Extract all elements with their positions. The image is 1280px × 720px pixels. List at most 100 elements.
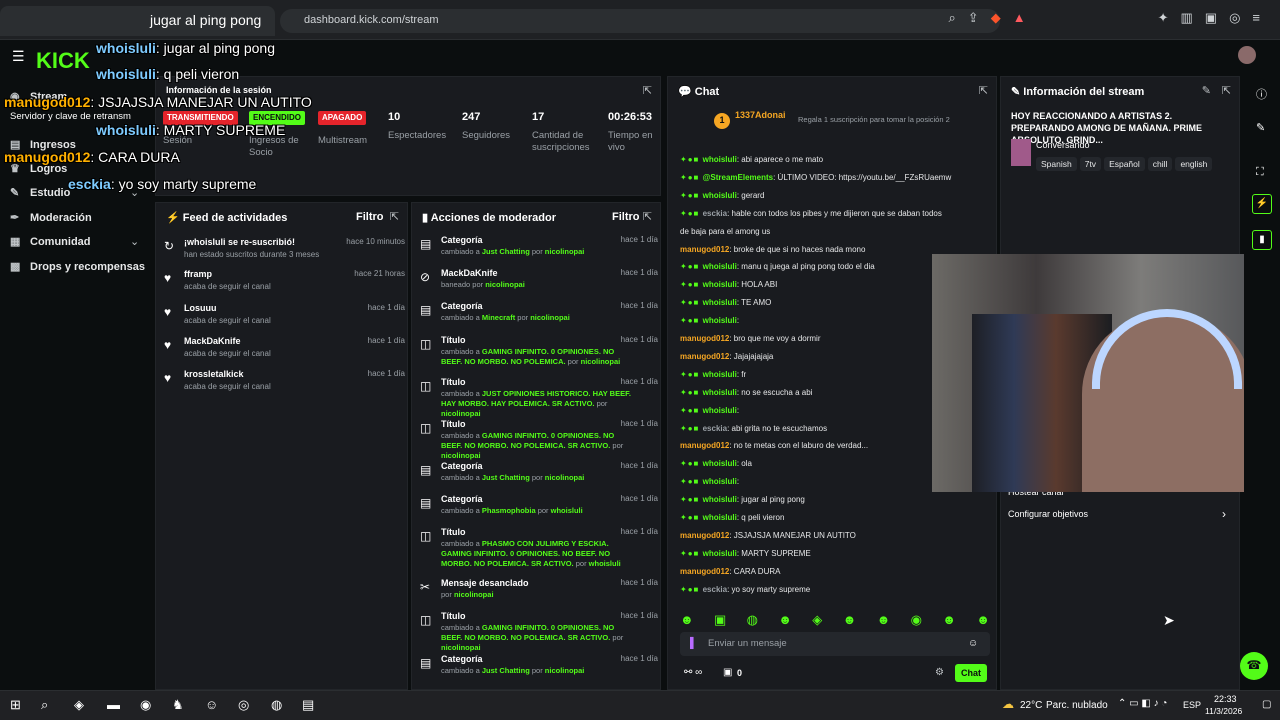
mod-user[interactable]: nicolinopai: [545, 247, 585, 256]
browser-tab[interactable]: jugar al ping pong: [0, 6, 275, 36]
sidebar-item-moderacion[interactable]: ✒ Moderación: [10, 211, 92, 224]
avatar[interactable]: [1238, 46, 1256, 64]
sidebar-toggle-icon[interactable]: ▥: [1180, 10, 1192, 26]
clock-time[interactable]: 22:33: [1214, 694, 1237, 704]
chevron-right-icon[interactable]: ›: [1222, 507, 1226, 521]
rewards-icon[interactable]: ▲: [1013, 10, 1026, 26]
mod-user[interactable]: whoisluli: [589, 559, 621, 568]
extensions-icon[interactable]: ✦: [1158, 10, 1169, 26]
configure-goals[interactable]: Configurar objetivos: [1008, 509, 1088, 519]
chat-username[interactable]: @StreamElements: [703, 173, 774, 182]
expand-icon[interactable]: ⛶: [1256, 166, 1264, 179]
edit-icon[interactable]: ✎: [1202, 84, 1211, 97]
chat-username[interactable]: manugod012: [680, 245, 729, 254]
brave-icon[interactable]: ♞: [172, 697, 184, 713]
vpn-icon[interactable]: ◎: [1229, 10, 1240, 26]
brave-shield-icon[interactable]: ◆: [991, 10, 1001, 26]
chat-username[interactable]: esckia: [703, 585, 727, 594]
chat-username[interactable]: whoisluli: [703, 477, 737, 486]
clock-date[interactable]: 11/3/2026: [1205, 706, 1242, 716]
chevron-down-icon[interactable]: ⌄: [130, 235, 139, 248]
points-icon[interactable]: ⚯ ∞: [684, 667, 702, 678]
spotify-icon[interactable]: ◎: [238, 697, 249, 713]
chat-username[interactable]: manugod012: [680, 531, 729, 540]
sidebar-sub-key[interactable]: Servidor y clave de retransm: [10, 111, 131, 122]
chat-username[interactable]: esckia: [703, 209, 727, 218]
windows-start-icon[interactable]: ⊞: [10, 697, 21, 713]
chat-username[interactable]: whoisluli: [703, 316, 737, 325]
popout-icon[interactable]: ⇱: [390, 210, 399, 223]
chat-send-button[interactable]: Chat: [955, 664, 987, 682]
lightning-icon[interactable]: ⚡: [1252, 194, 1272, 214]
address-bar[interactable]: dashboard.kick.com/stream: [280, 9, 1000, 33]
sidebar-item-comunidad[interactable]: ▦ Comunidad: [10, 235, 91, 248]
chat-username[interactable]: esckia: [703, 424, 727, 433]
weather-temp[interactable]: 22°C: [1020, 700, 1042, 711]
info-icon[interactable]: ⓘ: [1256, 86, 1267, 102]
discord-icon[interactable]: ☺: [205, 697, 218, 712]
mod-user[interactable]: nicolinopai: [581, 357, 621, 366]
chat-username[interactable]: whoisluli: [703, 280, 737, 289]
chat-username[interactable]: manugod012: [680, 352, 729, 361]
emote-icon[interactable]: ☻: [942, 612, 956, 628]
sidebar-item-drops[interactable]: ▩ Drops y recompensas: [10, 260, 145, 273]
chat-username[interactable]: manugod012: [680, 441, 729, 450]
search-icon[interactable]: ⌕: [41, 697, 48, 713]
gift-prompt[interactable]: Regala 1 suscripción para tomar la posic…: [798, 115, 950, 124]
emote-icon[interactable]: ◈: [812, 612, 822, 628]
chat-username[interactable]: whoisluli: [703, 549, 737, 558]
mod-user[interactable]: nicolinopai: [485, 280, 525, 289]
emote-icon[interactable]: ☻: [778, 612, 792, 628]
top-gifter-name[interactable]: 1337Adonai: [735, 110, 786, 120]
emote-icon[interactable]: ☻: [877, 612, 891, 628]
emote-icon[interactable]: ▣: [714, 612, 726, 628]
status-badge-apagado[interactable]: APAGADO: [318, 111, 367, 125]
tray-icons[interactable]: ⌃ ▭ ◧ ♪ ◔: [1118, 698, 1167, 709]
mod-user[interactable]: whoisluli: [551, 506, 583, 515]
chat-username[interactable]: manugod012: [680, 334, 729, 343]
emote-icon[interactable]: ◍: [747, 612, 758, 628]
popout-icon[interactable]: ⇱: [979, 84, 988, 97]
chat-username[interactable]: whoisluli: [703, 459, 737, 468]
emote-picker-icon[interactable]: ☺: [968, 638, 978, 649]
chat-username[interactable]: whoisluli: [703, 191, 737, 200]
mod-user[interactable]: nicolinopai: [441, 409, 481, 418]
mod-user[interactable]: nicolinopai: [530, 313, 570, 322]
chrome-icon[interactable]: ◉: [140, 697, 151, 713]
stream-category[interactable]: Conversando: [1036, 140, 1090, 150]
share-icon[interactable]: ⇪: [968, 10, 979, 26]
mod-user[interactable]: nicolinopai: [454, 590, 494, 599]
obs-icon[interactable]: ◍: [271, 697, 282, 713]
emote-icon[interactable]: ☻: [680, 612, 694, 628]
emote-icon[interactable]: ☻: [843, 612, 857, 628]
mod-user[interactable]: nicolinopai: [441, 643, 481, 652]
clipboard-icon[interactable]: ▮: [1252, 230, 1272, 250]
popout-icon[interactable]: ⇱: [643, 84, 652, 97]
copilot-icon[interactable]: ◈: [74, 697, 84, 713]
mod-filter-button[interactable]: Filtro: [612, 211, 640, 223]
chat-settings-icon[interactable]: ⚙: [935, 667, 944, 678]
popout-icon[interactable]: ⇱: [643, 210, 652, 223]
chat-username[interactable]: whoisluli: [703, 298, 737, 307]
gift-icon[interactable]: ▣: [723, 667, 732, 678]
menu-icon[interactable]: ≡: [1252, 10, 1260, 26]
keyboard-lang[interactable]: ESP: [1183, 700, 1201, 710]
popout-icon[interactable]: ⇱: [1222, 84, 1231, 97]
emote-icon[interactable]: ☻: [976, 612, 990, 628]
wallet-icon[interactable]: ▣: [1205, 10, 1217, 26]
chat-username[interactable]: manugod012: [680, 567, 729, 576]
mod-user[interactable]: nicolinopai: [545, 666, 585, 675]
app-icon[interactable]: ▤: [302, 697, 314, 713]
support-button[interactable]: ☎: [1240, 652, 1268, 680]
zoom-icon[interactable]: ⌕: [949, 10, 956, 26]
chat-username[interactable]: whoisluli: [703, 262, 737, 271]
mod-user[interactable]: nicolinopai: [545, 473, 585, 482]
folder-icon[interactable]: ▬: [107, 697, 120, 712]
chat-username[interactable]: whoisluli: [703, 388, 737, 397]
feed-filter-button[interactable]: Filtro: [356, 211, 384, 223]
emote-icon[interactable]: ◉: [911, 612, 922, 628]
chat-username[interactable]: whoisluli: [703, 370, 737, 379]
notification-icon[interactable]: ▢: [1262, 699, 1271, 710]
pen-icon[interactable]: ✎: [1256, 121, 1265, 134]
mic-icon[interactable]: ▌: [690, 638, 697, 649]
